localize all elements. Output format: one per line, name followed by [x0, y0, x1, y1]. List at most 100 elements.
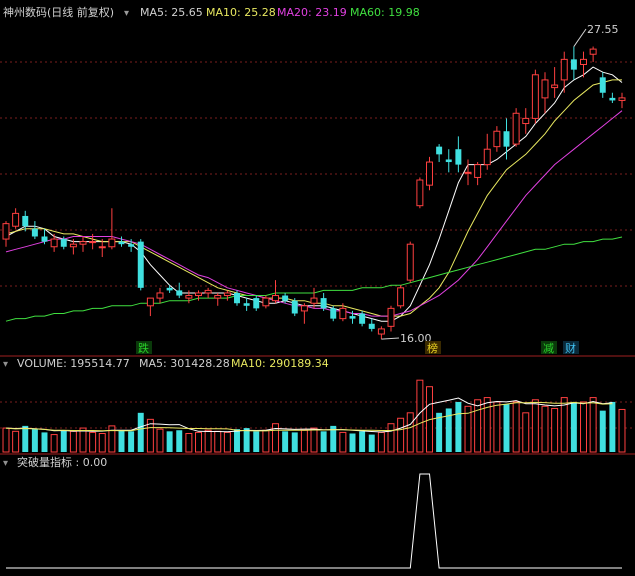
candle-down: [368, 323, 375, 329]
candle-down: [503, 131, 510, 147]
volume-bar-down: [368, 434, 375, 452]
candle-up: [551, 84, 559, 89]
volume-bar-down: [118, 430, 125, 452]
candle-up: [483, 148, 491, 166]
candle-up: [531, 74, 539, 119]
candle-up: [618, 97, 626, 101]
volume-ma10-value: MA10: 290189.34: [231, 357, 329, 370]
candle-up: [397, 287, 405, 307]
volume-bar-up: [79, 427, 87, 453]
candle-up: [339, 307, 347, 320]
volume-bar-up: [580, 401, 587, 453]
low-price-pointer: [381, 337, 400, 340]
candle-up: [589, 48, 597, 55]
candle-up: [300, 305, 308, 312]
candle-down: [137, 241, 144, 288]
candle-up: [108, 238, 116, 248]
volume-bar-up: [397, 417, 405, 453]
event-tag-1[interactable]: 跌: [136, 341, 152, 355]
indicator-label: 突破量指标 : 0.00: [17, 455, 107, 469]
ma-line-ma5: [5, 66, 623, 322]
volume-bar-down: [234, 429, 240, 452]
candle-up: [464, 171, 472, 174]
ma-line-ma20: [5, 110, 623, 317]
candle-down: [234, 292, 240, 304]
candle-down: [455, 149, 462, 165]
volume-bar-down: [359, 431, 366, 452]
volume-bar-down: [128, 431, 135, 452]
volume-ma5-value: MA5: 301428.28: [139, 357, 230, 370]
candle-up: [310, 297, 318, 304]
volume-bar-up: [272, 423, 279, 453]
volume-bar-down: [609, 401, 616, 452]
volume-bar-up: [2, 427, 10, 453]
volume-bar-down: [291, 432, 298, 452]
candle-up: [272, 295, 279, 302]
candle-down: [22, 215, 29, 227]
candle-up: [204, 289, 212, 294]
volume-bar-up: [522, 412, 530, 453]
candle-up: [512, 112, 520, 145]
candle-down: [436, 146, 443, 155]
candle-up: [541, 79, 549, 99]
candle-down: [118, 241, 125, 245]
dropdown-icon[interactable]: ▾: [124, 8, 129, 19]
volume-bar-up: [589, 397, 597, 453]
candle-up: [12, 212, 20, 227]
volume-bar-up: [195, 431, 202, 453]
volume-bar-up: [69, 430, 77, 453]
high-price-pointer: [573, 28, 587, 47]
indicator-collapse-icon[interactable]: ▾: [3, 458, 8, 469]
candle-down: [166, 287, 173, 291]
volume-ma-lines: [5, 397, 613, 433]
high-price-label: 27.55: [587, 23, 619, 36]
volume-bar-down: [570, 401, 577, 452]
volume-bar-up: [560, 397, 568, 453]
volume-bar-up: [387, 423, 395, 453]
volume-bar-down: [176, 430, 183, 452]
volume-bar-down: [503, 404, 510, 452]
breakthrough-indicator-line: [6, 473, 622, 569]
candle-down: [41, 236, 48, 242]
volume-ma-line-ma10: [5, 401, 613, 432]
volume-value: VOLUME: 195514.77: [17, 357, 130, 370]
event-tag-label: 榜: [427, 341, 438, 355]
stock-chart[interactable]: 神州数码(日线 前复权) ▾ MA5: 25.65 MA10: 25.28 MA…: [0, 0, 635, 576]
candle-up: [79, 241, 87, 245]
event-tag-4[interactable]: 财: [563, 341, 579, 355]
candle-up: [146, 297, 154, 307]
volume-bar-up: [262, 429, 270, 453]
event-tag-3[interactable]: 减: [541, 341, 557, 355]
volume-collapse-icon[interactable]: ▾: [3, 359, 8, 370]
candle-up: [98, 246, 106, 249]
candle-up: [69, 243, 77, 248]
volume-bar-down: [137, 412, 144, 452]
candle-up: [2, 223, 10, 240]
volume-bar-down: [436, 412, 443, 452]
event-tag-2[interactable]: 榜: [425, 341, 441, 355]
volume-bar-up: [474, 399, 482, 453]
candle-down: [253, 298, 260, 309]
volume-bar-up: [12, 430, 20, 453]
volume-bar-up: [214, 430, 222, 453]
candle-down: [128, 244, 135, 247]
volume-bar-up: [204, 429, 212, 453]
candle-up: [493, 130, 501, 148]
volume-bar-down: [41, 432, 48, 452]
volume-bar-up: [512, 401, 520, 453]
volume-bar-up: [310, 427, 318, 453]
candle-down: [291, 300, 298, 314]
ma10-value: MA10: 25.28: [206, 6, 276, 19]
volume-bar-up: [406, 412, 414, 453]
candle-up: [156, 292, 164, 299]
candle-up: [580, 58, 587, 66]
volume-bar-down: [320, 431, 327, 452]
ma-line-ma10: [5, 79, 622, 317]
candle-up: [223, 292, 231, 297]
candle-down: [445, 159, 452, 163]
candle-down: [176, 290, 183, 296]
volume-bar-up: [300, 429, 308, 453]
candle-down: [31, 228, 38, 237]
candlesticks: [2, 46, 626, 340]
volume-bar-up: [551, 407, 559, 453]
